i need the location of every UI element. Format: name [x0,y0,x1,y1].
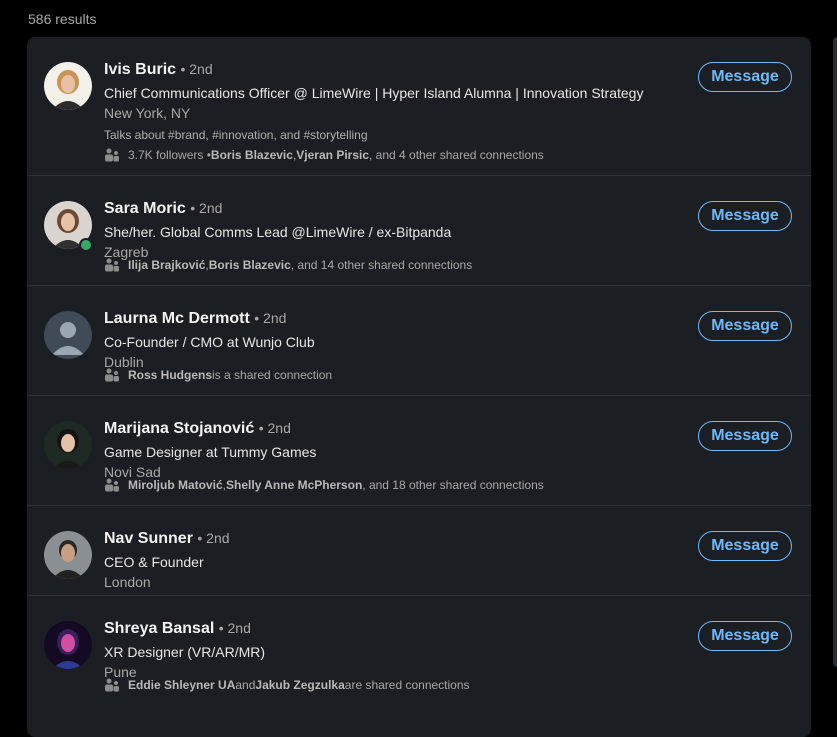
shared-name: Ross Hudgens [128,368,213,382]
people-icon [105,148,119,162]
shared-name: Shelly Anne McPherson [226,478,363,492]
person-name[interactable]: Sara Moric [104,200,186,217]
scrollbar[interactable] [833,37,837,667]
shared-name: Vjeran Pirsic [296,148,370,162]
shared-name: Miroljub Matović [128,478,223,492]
connection-degree: • 2nd [190,200,223,216]
people-icon [105,478,119,492]
shared-suffix: , and 18 other shared connections [362,478,544,492]
person-name[interactable]: Laurna Mc Dermott [104,310,250,327]
shared-connections[interactable]: Ross Hudgens is a shared connection [104,368,332,382]
list-item[interactable]: Sara Moric • 2nd She/her. Global Comms L… [27,176,811,286]
shared-name: Jakub Zegzulka [255,678,345,692]
shared-prefix: 3.7K followers • [128,148,211,162]
connection-degree: • 2nd [180,61,213,77]
shared-suffix: , and 4 other shared connections [369,148,544,162]
shared-name: Boris Blazevic [208,258,291,272]
shared-suffix: are shared connections [344,678,470,692]
message-button[interactable]: Message [698,311,792,341]
person-name[interactable]: Shreya Bansal [104,620,214,637]
connection-degree: • 2nd [254,310,287,326]
avatar[interactable] [44,421,92,469]
person-name[interactable]: Marijana Stojanović [104,420,254,437]
people-icon [105,678,119,692]
avatar[interactable] [44,531,92,579]
person-headline: She/her. Global Comms Lead @LimeWire / e… [104,224,452,240]
connection-degree: • 2nd [218,620,251,636]
message-button[interactable]: Message [698,421,792,451]
shared-suffix: is a shared connection [212,368,333,382]
search-results-list: Ivis Buric • 2nd Chief Communications Of… [27,37,811,737]
avatar[interactable] [44,621,92,669]
shared-name: Ilija Brajković [128,258,206,272]
message-button[interactable]: Message [698,531,792,561]
person-headline: Game Designer at Tummy Games [104,444,317,460]
online-status-indicator [79,238,93,252]
message-button[interactable]: Message [698,621,792,651]
person-headline: CEO & Founder [104,554,204,570]
person-headline: Co-Founder / CMO at Wunjo Club [104,334,315,350]
message-button[interactable]: Message [698,62,792,92]
person-name[interactable]: Ivis Buric [104,61,176,78]
shared-name: Boris Blazevic [210,148,293,162]
list-item[interactable]: Laurna Mc Dermott • 2nd Co-Founder / CMO… [27,286,811,396]
avatar[interactable] [44,311,92,359]
list-item[interactable]: Ivis Buric • 2nd Chief Communications Of… [27,37,811,176]
person-location: New York, NY [104,105,191,121]
list-item[interactable]: Shreya Bansal • 2nd XR Designer (VR/AR/M… [27,596,811,736]
shared-connections[interactable]: Eddie Shleyner UA and Jakub Zegzulka are… [104,678,470,692]
shared-name: Eddie Shleyner UA [128,678,236,692]
talks-about: Talks about #brand, #innovation, and #st… [104,128,368,142]
shared-separator: and [235,678,256,692]
people-icon [105,258,119,272]
list-item[interactable]: Marijana Stojanović • 2nd Game Designer … [27,396,811,506]
shared-connections[interactable]: Ilija Brajković, Boris Blazevic, and 14 … [104,258,472,272]
shared-suffix: , and 14 other shared connections [290,258,473,272]
connection-degree: • 2nd [197,530,230,546]
person-name[interactable]: Nav Sunner [104,530,193,547]
list-item[interactable]: Nav Sunner • 2nd CEO & Founder London Me… [27,506,811,596]
avatar[interactable] [44,62,92,110]
shared-connections[interactable]: 3.7K followers • Boris Blazevic, Vjeran … [104,148,544,162]
people-icon [105,368,119,382]
message-button[interactable]: Message [698,201,792,231]
results-count: 586 results [28,11,97,27]
person-headline: Chief Communications Officer @ LimeWire … [104,85,644,101]
shared-connections[interactable]: Miroljub Matović, Shelly Anne McPherson,… [104,478,544,492]
connection-degree: • 2nd [258,420,291,436]
person-headline: XR Designer (VR/AR/MR) [104,644,266,660]
person-location: London [104,574,151,590]
